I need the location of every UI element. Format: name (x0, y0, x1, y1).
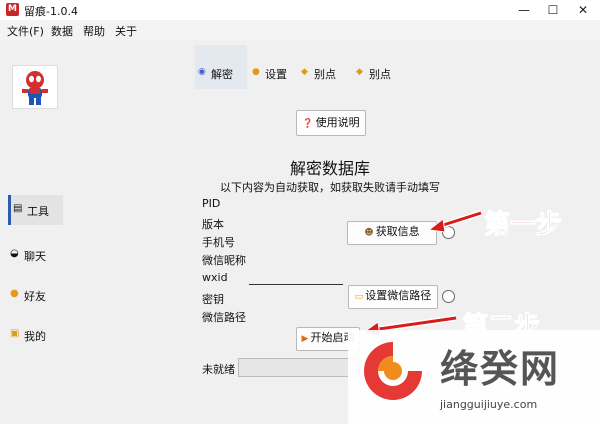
tool-icon: ▤ (13, 203, 23, 214)
sidebar-item-friends[interactable]: ● 好友 (8, 280, 60, 310)
window-title: 留痕-1.0.4 (24, 5, 78, 18)
version-label: 版本 (202, 218, 224, 231)
tab-decrypt[interactable]: ◉ 解密 (195, 45, 247, 89)
sidebar-item-chat[interactable]: ◒ 聊天 (8, 240, 60, 270)
watermark-logo-icon (364, 342, 422, 400)
watermark: 绛癸网 jiangguijiuye.com (348, 330, 600, 424)
dont-click-icon: ◆ (356, 67, 363, 77)
menu-about[interactable]: 关于 (115, 23, 137, 39)
sidebar-item-label: 工具 (27, 205, 49, 218)
wxid-input-underline[interactable] (249, 284, 343, 285)
tab-label: 别点 (369, 68, 391, 81)
get-info-label: 获取信息 (375, 225, 420, 238)
progress-bar (238, 358, 360, 377)
sidebar-item-label: 聊天 (24, 250, 46, 263)
help-icon: ❓ (302, 119, 314, 129)
phone-label: 手机号 (202, 236, 235, 249)
sidebar-item-tools[interactable]: ▤ 工具 (8, 195, 63, 225)
key-label: 密钥 (202, 293, 224, 306)
help-button-label: 使用说明 (315, 116, 360, 129)
friend-icon: ● (10, 288, 19, 299)
menu-help[interactable]: 帮助 (83, 23, 105, 39)
step1-annotation: 第一步 (483, 210, 563, 241)
sidebar-item-label: 好友 (24, 290, 46, 303)
section-subtitle: 以下内容为自动获取，如获取失败请手动填写 (220, 181, 440, 194)
set-path-button[interactable]: ▭ 设置微信路径 (348, 285, 438, 309)
section-title: 解密数据库 (289, 159, 370, 178)
settings-icon: ● (252, 67, 260, 77)
avatar (12, 65, 58, 109)
menu-bar: 文件(F) 数据 帮助 关于 (0, 20, 600, 40)
set-path-radio[interactable] (442, 290, 455, 303)
get-info-button[interactable]: ☻ 获取信息 (347, 221, 437, 245)
set-path-label: 设置微信路径 (365, 289, 432, 302)
chat-icon: ◒ (10, 248, 19, 259)
title-bar: M 留痕-1.0.4 — ☐ ✕ (0, 0, 600, 21)
play-icon: ▶ (301, 334, 309, 344)
tab-label: 别点 (314, 68, 336, 81)
menu-file[interactable]: 文件(F) (7, 23, 44, 39)
sidebar-item-label: 我的 (24, 330, 46, 343)
wxid-label: wxid (202, 271, 228, 284)
path-label: 微信路径 (202, 311, 246, 324)
info-icon: ☻ (364, 228, 374, 238)
pid-label: PID (202, 197, 221, 210)
tab-label: 解密 (211, 68, 233, 81)
profile-icon: ▣ (10, 328, 20, 339)
nickname-label: 微信昵称 (202, 254, 246, 267)
tab-label: 设置 (265, 68, 287, 81)
sidebar-item-mine[interactable]: ▣ 我的 (8, 320, 60, 350)
decrypt-icon: ◉ (198, 67, 206, 77)
sidebar: ▤ 工具 ◒ 聊天 ● 好友 ▣ 我的 (0, 40, 190, 424)
dont-click-icon: ◆ (301, 67, 308, 77)
app-icon: M (6, 3, 19, 16)
tab-settings[interactable]: ● 设置 (249, 45, 295, 89)
status-text: 未就绪 (202, 363, 235, 376)
tab-dont-click-1[interactable]: ◆ 别点 (298, 45, 348, 89)
menu-data[interactable]: 数据 (51, 23, 73, 39)
watermark-url: jiangguijiuye.com (440, 398, 538, 411)
close-button[interactable]: ✕ (564, 0, 600, 20)
tab-dont-click-2[interactable]: ◆ 别点 (353, 45, 403, 89)
step1-arrow-icon (427, 210, 482, 233)
watermark-name: 绛癸网 (440, 347, 561, 391)
spiderman-avatar-icon (22, 71, 48, 105)
help-button[interactable]: ❓ 使用说明 (296, 110, 366, 136)
folder-icon: ▭ (354, 292, 364, 302)
